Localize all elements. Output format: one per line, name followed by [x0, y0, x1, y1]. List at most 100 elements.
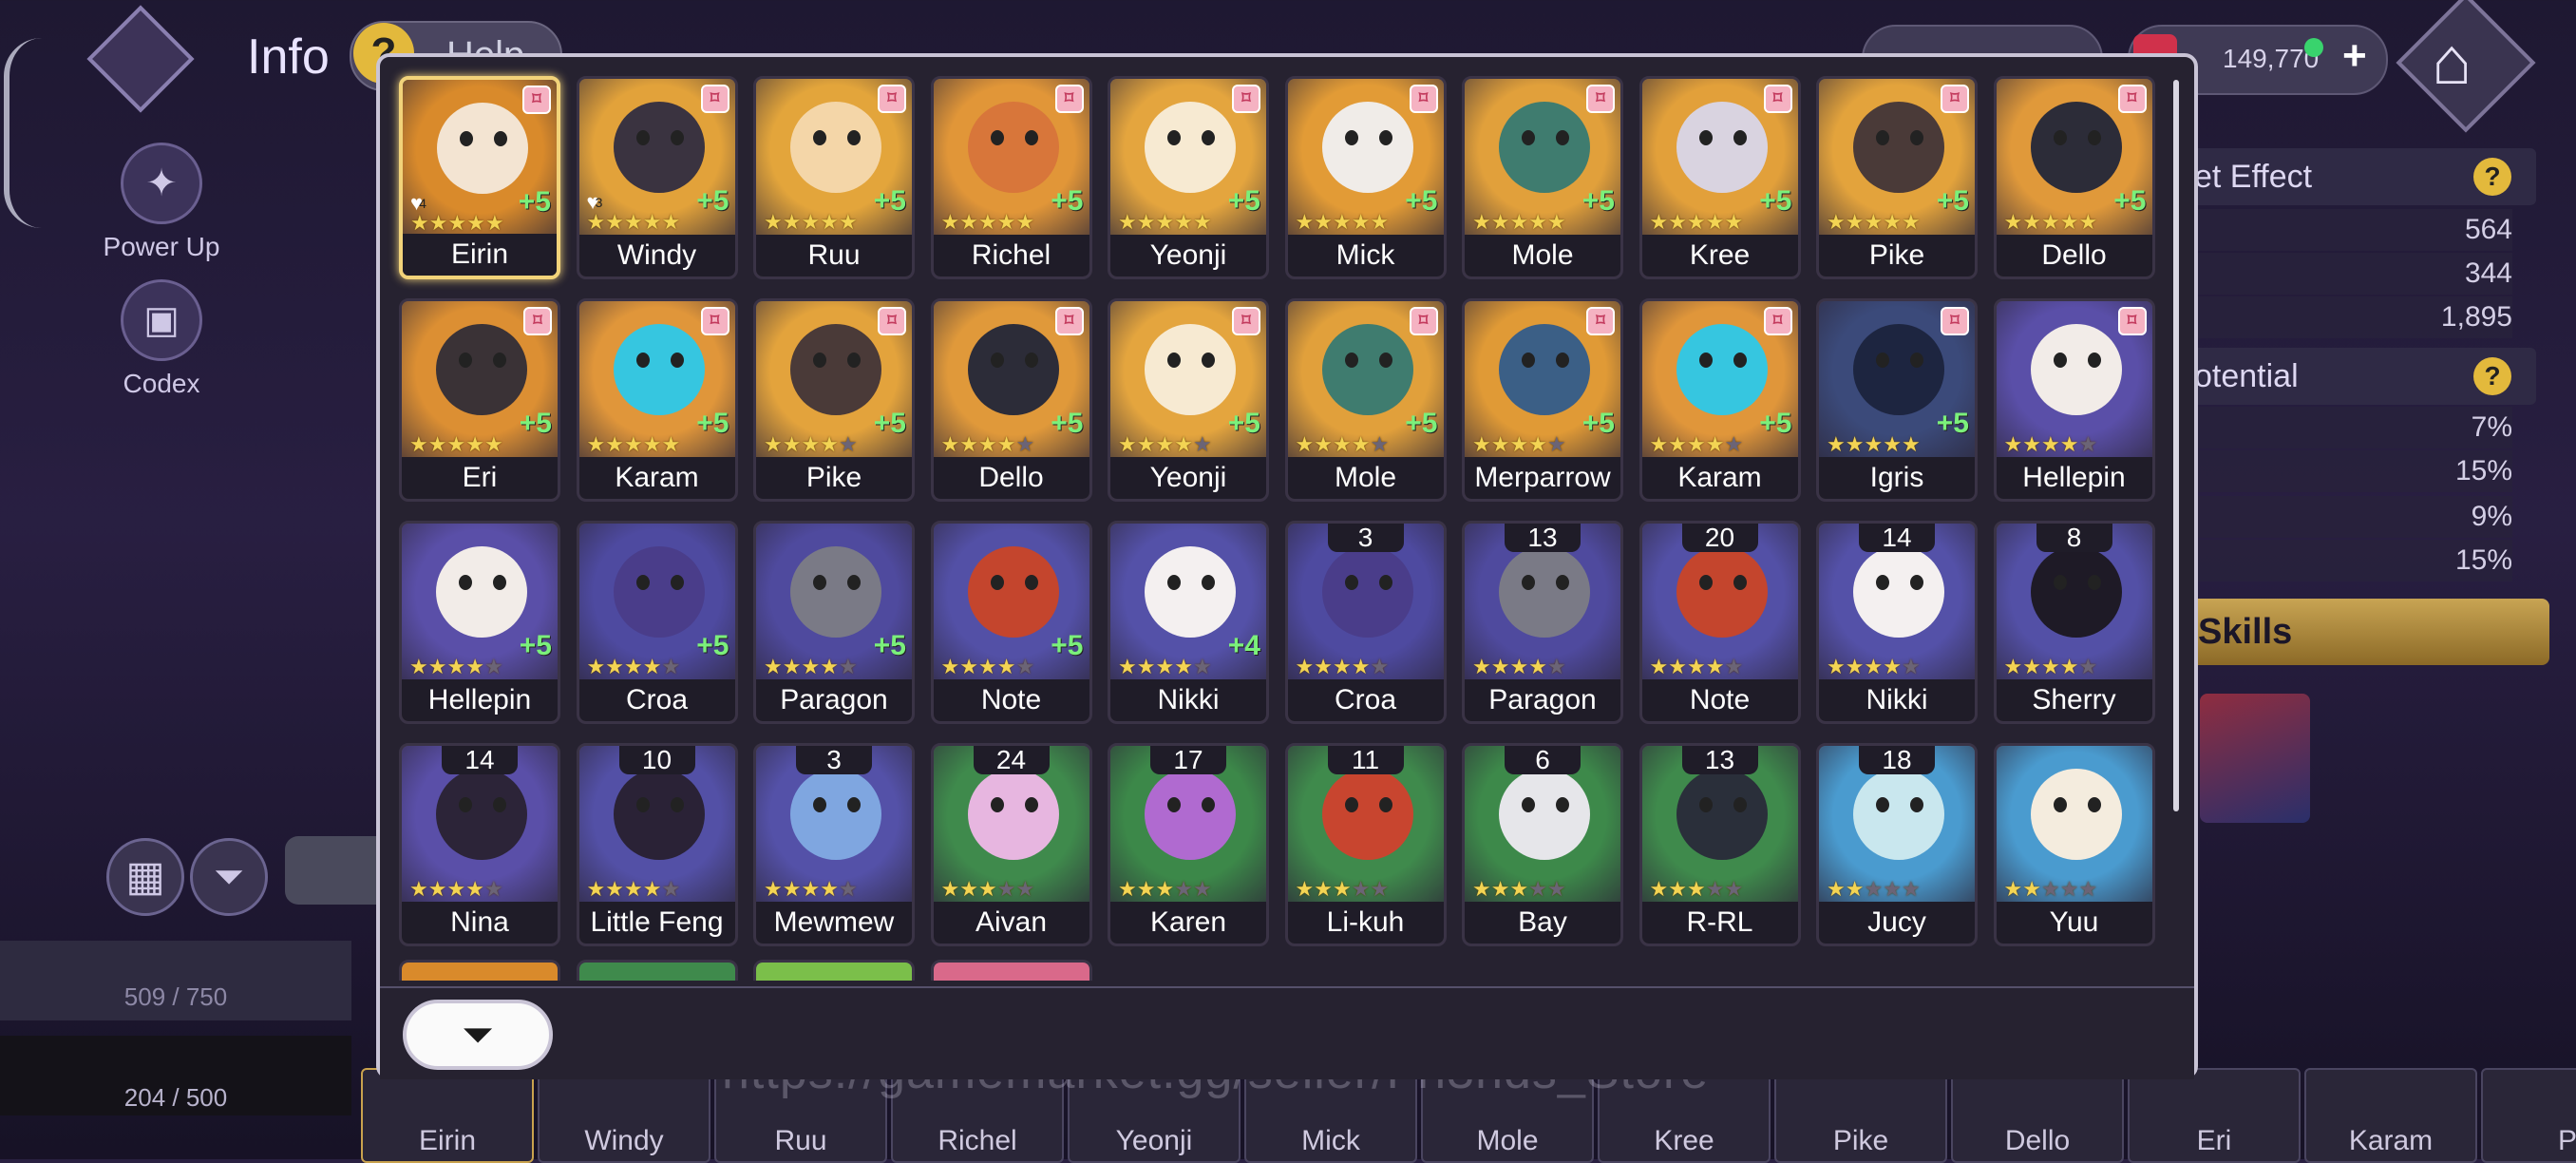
bottom-hero-card[interactable]: Dello	[1951, 1068, 2124, 1163]
grid-view-button[interactable]: ▦	[106, 838, 184, 916]
hero-card[interactable]: 11 ★★★★★ Li-kuh	[1284, 743, 1447, 946]
star-icon: ★	[1883, 432, 1902, 456]
hero-card[interactable]: 18 ★★★★★ Jucy	[1816, 743, 1978, 946]
hero-card[interactable]: ⌑ ♥ 3 +5 ★★★★★ Windy	[576, 76, 738, 279]
gem-plus-button[interactable]: +	[2342, 32, 2367, 80]
star-icon: ★	[661, 210, 681, 234]
hero-eye	[2053, 575, 2067, 590]
lock-icon[interactable]: ⌑	[1054, 85, 1084, 113]
background-filter-button[interactable]: ⏷	[190, 838, 268, 916]
potential-help-icon[interactable]: ?	[2473, 357, 2511, 395]
hero-card[interactable]: ⌑ +5 ★★★★★ Yeonji	[1108, 298, 1269, 502]
hero-card[interactable]: ⌑ +5 ★★★★★ Dello	[930, 298, 1092, 502]
bottom-hero-card[interactable]: Pike	[1774, 1068, 1947, 1163]
hero-card-partial[interactable]	[753, 960, 915, 981]
modal-scrollbar[interactable]	[2173, 80, 2179, 811]
star-icon: ★	[1155, 432, 1175, 456]
lock-icon[interactable]: ⌑	[1409, 85, 1438, 113]
hero-card[interactable]: 14 ★★★★★ Nina	[399, 743, 560, 946]
lock-icon[interactable]: ⌑	[1763, 85, 1792, 113]
hero-card[interactable]: ⌑ +5 ★★★★★ Pike	[1816, 76, 1978, 279]
bottom-hero-card[interactable]: Eirin	[361, 1068, 534, 1163]
lock-icon[interactable]: ⌑	[1941, 85, 1969, 113]
lock-icon[interactable]: ⌑	[1054, 307, 1084, 335]
hero-card[interactable]: 17 ★★★★★ Karen	[1108, 743, 1269, 946]
hero-card[interactable]: +4 ★★★★★ Nikki	[1108, 521, 1269, 724]
bottom-hero-card[interactable]: Karam	[2304, 1068, 2477, 1163]
hero-card-partial[interactable]	[576, 960, 738, 981]
hero-card[interactable]: 3 ★★★★★ Croa	[1284, 521, 1447, 724]
lock-icon[interactable]: ⌑	[878, 307, 906, 335]
hero-card[interactable]: 3 ★★★★★ Mewmew	[753, 743, 915, 946]
lock-icon[interactable]: ⌑	[523, 307, 552, 335]
hero-card[interactable]: ⌑ +5 ★★★★★ Mick	[1284, 76, 1447, 279]
hero-card[interactable]: ⌑ ★★★★★ Hellepin	[1993, 298, 2155, 502]
hero-card[interactable]: ⌑ +5 ★★★★★ Richel	[930, 76, 1092, 279]
hero-name: Nikki	[1110, 679, 1266, 721]
hero-card[interactable]: ⌑ +5 ★★★★★ Mole	[1462, 76, 1623, 279]
lock-icon[interactable]: ⌑	[878, 85, 906, 113]
lock-icon[interactable]: ⌑	[1763, 307, 1792, 335]
hero-card[interactable]: +5 ★★★★★ Croa	[576, 521, 738, 724]
hero-card[interactable]: 8 ★★★★★ Sherry	[1993, 521, 2155, 724]
skills-tab[interactable]: Skills	[2185, 599, 2549, 665]
lock-icon[interactable]: ⌑	[700, 307, 729, 335]
hero-card[interactable]: ⌑ +5 ★★★★★ Merparrow	[1462, 298, 1623, 502]
hero-eye	[1522, 353, 1535, 368]
power-up-button[interactable]: ✦ Power Up	[57, 143, 266, 262]
lock-icon[interactable]: ⌑	[1586, 307, 1615, 335]
hero-card[interactable]: 20 ★★★★★ Note	[1638, 521, 1801, 724]
hero-card[interactable]: ⌑ ♥ 4 +5 ★★★★★ Eirin	[399, 76, 560, 279]
lock-icon[interactable]: ⌑	[1232, 307, 1260, 335]
lock-icon[interactable]: ⌑	[2117, 85, 2147, 113]
hero-card[interactable]: 14 ★★★★★ Nikki	[1816, 521, 1978, 724]
hero-card[interactable]: ⌑ +5 ★★★★★ Karam	[1638, 298, 1801, 502]
hero-card[interactable]: ⌑ +5 ★★★★★ Yeonji	[1108, 76, 1269, 279]
star-icon: ★	[1845, 432, 1865, 456]
star-icon: ★	[1901, 877, 1921, 901]
hero-card[interactable]: 10 ★★★★★ Little Feng	[576, 743, 738, 946]
hero-card[interactable]: 13 ★★★★★ Paragon	[1462, 521, 1623, 724]
hero-card[interactable]: ⌑ +5 ★★★★★ Kree	[1638, 76, 1801, 279]
hero-card-partial[interactable]	[399, 960, 560, 981]
lock-icon[interactable]: ⌑	[1941, 307, 1969, 335]
hero-card[interactable]: ⌑ +5 ★★★★★ Mole	[1284, 298, 1447, 502]
hero-card-partial[interactable]	[930, 960, 1092, 981]
back-arc-icon[interactable]	[4, 38, 47, 228]
hero-card[interactable]: ⌑ +5 ★★★★★ Dello	[1993, 76, 2155, 279]
bottom-hero-card[interactable]: Eri	[2128, 1068, 2301, 1163]
lock-icon[interactable]: ⌑	[1232, 85, 1260, 113]
hero-card[interactable]: ⌑ +5 ★★★★★ Karam	[576, 298, 738, 502]
star-icon: ★	[1883, 655, 1902, 678]
filter-button[interactable]: ⏷	[403, 1000, 553, 1070]
hero-card[interactable]: ⌑ +5 ★★★★★ Pike	[753, 298, 915, 502]
hero-card[interactable]: +5 ★★★★★ Note	[930, 521, 1092, 724]
star-icon: ★	[1649, 210, 1669, 234]
hero-card[interactable]: ⌑ +5 ★★★★★ Ruu	[753, 76, 915, 279]
lock-icon[interactable]: ⌑	[522, 86, 551, 114]
lock-icon[interactable]: ⌑	[1409, 307, 1438, 335]
hero-card[interactable]: +5 ★★★★★ Paragon	[753, 521, 915, 724]
star-icon: ★	[1490, 210, 1510, 234]
lock-icon[interactable]: ⌑	[1586, 85, 1615, 113]
skill-portrait[interactable]	[2200, 694, 2310, 823]
hero-card[interactable]: +5 ★★★★★ Hellepin	[399, 521, 560, 724]
hero-eye	[1556, 130, 1569, 145]
hero-eye	[1024, 130, 1038, 145]
star-icon: ★	[483, 877, 503, 901]
set-effect-help-icon[interactable]: ?	[2473, 158, 2511, 196]
hero-card[interactable]: ⌑ +5 ★★★★★ Igris	[1816, 298, 1978, 502]
hero-card[interactable]: 13 ★★★★★ R-RL	[1638, 743, 1801, 946]
codex-button[interactable]: ▣ Codex	[57, 279, 266, 399]
hero-card[interactable]: 24 ★★★★★ Aivan	[930, 743, 1092, 946]
bottom-hero-card[interactable]: P	[2481, 1068, 2576, 1163]
hero-card[interactable]: ⌑ +5 ★★★★★ Eri	[399, 298, 560, 502]
hero-card[interactable]: ★★★★★ Yuu	[1993, 743, 2155, 946]
hero-card[interactable]: 6 ★★★★★ Bay	[1462, 743, 1623, 946]
lock-icon[interactable]: ⌑	[700, 85, 729, 113]
star-rating: ★★★★★	[764, 432, 858, 457]
bottom-hero-card[interactable]: Windy	[538, 1068, 710, 1163]
star-rating: ★★★★★	[587, 432, 681, 457]
lock-icon[interactable]: ⌑	[2117, 307, 2147, 335]
hero-count: 14	[1859, 524, 1935, 552]
